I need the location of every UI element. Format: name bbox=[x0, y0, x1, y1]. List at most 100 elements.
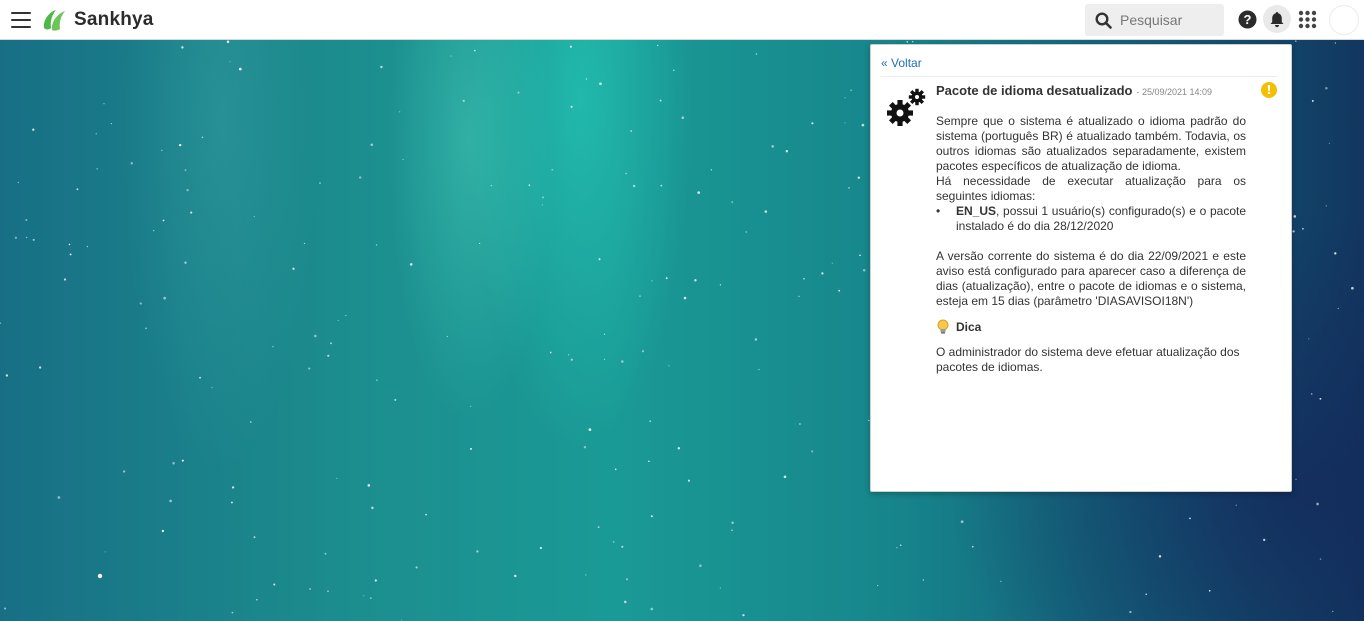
star bbox=[857, 176, 860, 179]
search-box[interactable] bbox=[1085, 4, 1224, 36]
star bbox=[398, 111, 401, 113]
star bbox=[624, 600, 627, 604]
star bbox=[104, 551, 106, 553]
star bbox=[359, 176, 362, 179]
star bbox=[1295, 478, 1297, 480]
star bbox=[859, 254, 861, 257]
star bbox=[528, 184, 531, 186]
star bbox=[632, 184, 636, 188]
star bbox=[648, 460, 650, 463]
search-icon[interactable] bbox=[1095, 11, 1112, 29]
tip-title: Dica bbox=[956, 320, 982, 334]
star bbox=[681, 116, 685, 119]
star bbox=[831, 262, 833, 264]
star bbox=[337, 320, 339, 322]
star bbox=[122, 470, 126, 473]
star bbox=[570, 105, 573, 108]
star bbox=[1316, 502, 1319, 506]
back-link[interactable]: « Voltar bbox=[881, 56, 922, 70]
star bbox=[63, 278, 67, 281]
star bbox=[367, 484, 371, 487]
star bbox=[450, 55, 452, 57]
star bbox=[625, 172, 627, 175]
notifications-button[interactable] bbox=[1263, 5, 1291, 33]
star bbox=[374, 579, 377, 582]
paragraph-1: Sempre que o sistema é atualizado o idio… bbox=[936, 114, 1246, 173]
star bbox=[0, 322, 2, 325]
star bbox=[803, 277, 805, 280]
star bbox=[971, 545, 974, 548]
star bbox=[899, 544, 902, 546]
help-icon[interactable]: ? bbox=[1238, 10, 1257, 29]
star bbox=[677, 447, 681, 450]
star bbox=[153, 230, 155, 232]
brand-name: Sankhya bbox=[74, 9, 154, 30]
star bbox=[230, 501, 233, 504]
star bbox=[69, 253, 72, 256]
star bbox=[14, 236, 18, 239]
star bbox=[181, 46, 184, 49]
star bbox=[673, 69, 675, 71]
star bbox=[1319, 558, 1322, 560]
star bbox=[375, 244, 378, 246]
star bbox=[651, 280, 653, 282]
notification-message: Pacote de idioma desatualizado - 25/09/2… bbox=[936, 83, 1246, 375]
apps-grid-icon[interactable] bbox=[1298, 10, 1317, 29]
star bbox=[490, 184, 493, 187]
star bbox=[1235, 504, 1237, 506]
star bbox=[186, 188, 189, 192]
star bbox=[1145, 593, 1148, 596]
search-input[interactable] bbox=[1120, 12, 1220, 28]
star bbox=[821, 272, 824, 275]
notification-date: - 25/09/2021 14:09 bbox=[1136, 87, 1213, 97]
star bbox=[229, 61, 231, 63]
star bbox=[597, 526, 600, 529]
star bbox=[650, 607, 654, 611]
bell-icon bbox=[1270, 11, 1284, 27]
star bbox=[324, 552, 327, 555]
star bbox=[922, 579, 924, 581]
star bbox=[912, 41, 914, 43]
star bbox=[184, 261, 187, 264]
tip-text: O administrador do sistema deve efetuar … bbox=[936, 345, 1240, 374]
star bbox=[462, 99, 465, 103]
star bbox=[697, 191, 700, 194]
star bbox=[549, 351, 552, 354]
star bbox=[32, 238, 35, 241]
star bbox=[719, 284, 722, 286]
star bbox=[625, 578, 629, 581]
star bbox=[272, 345, 274, 348]
star bbox=[1334, 42, 1336, 44]
tip-header: Dica bbox=[936, 319, 1246, 335]
star bbox=[639, 295, 641, 297]
star bbox=[585, 574, 587, 576]
star bbox=[476, 550, 479, 553]
star bbox=[211, 387, 213, 389]
gears-icon bbox=[887, 88, 926, 126]
star bbox=[38, 366, 42, 369]
star bbox=[474, 49, 476, 52]
star bbox=[309, 588, 311, 590]
star bbox=[612, 541, 615, 543]
star bbox=[603, 333, 606, 335]
star bbox=[110, 122, 113, 125]
star bbox=[630, 130, 633, 132]
star bbox=[1308, 338, 1310, 340]
brand-logo[interactable]: Sankhya bbox=[41, 8, 154, 32]
language-detail: , possui 1 usuário(s) configurado(s) e o… bbox=[956, 204, 1246, 233]
star bbox=[731, 521, 734, 524]
star bbox=[850, 89, 852, 92]
star bbox=[231, 486, 235, 489]
menu-icon[interactable] bbox=[11, 12, 31, 28]
star bbox=[861, 123, 865, 127]
star bbox=[25, 218, 28, 222]
star bbox=[731, 201, 734, 203]
star bbox=[896, 547, 898, 549]
star bbox=[657, 44, 659, 47]
star bbox=[199, 376, 202, 379]
star bbox=[86, 245, 89, 248]
avatar[interactable] bbox=[1329, 5, 1359, 35]
star bbox=[731, 529, 733, 531]
star bbox=[620, 360, 624, 363]
star bbox=[256, 599, 258, 601]
